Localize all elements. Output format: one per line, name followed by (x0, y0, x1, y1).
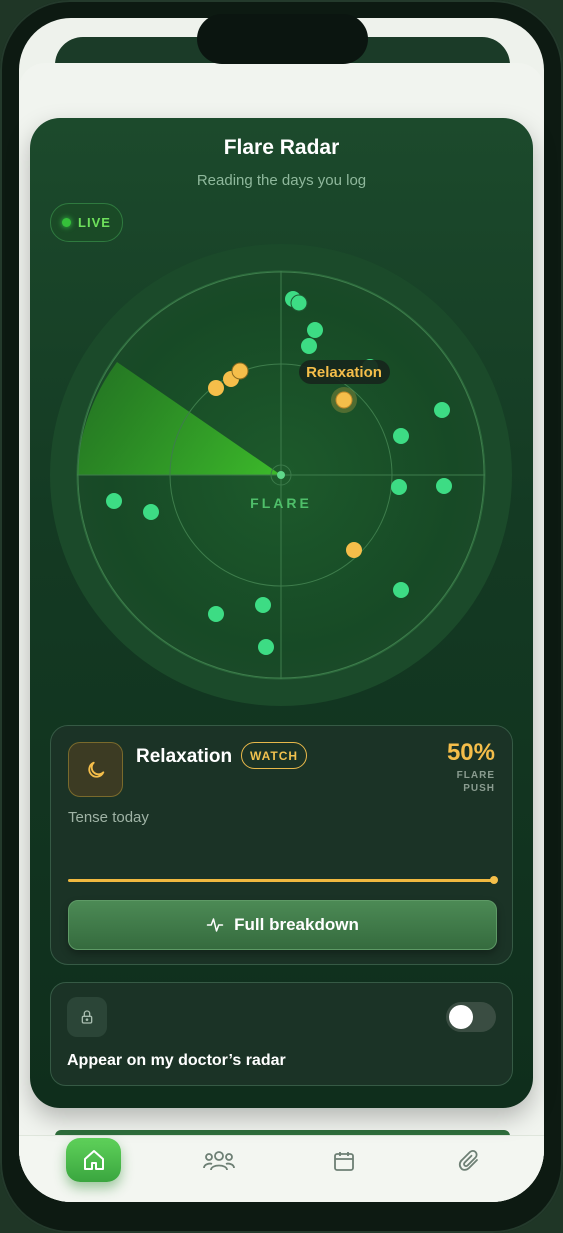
tab-attachments[interactable] (441, 1138, 497, 1184)
blip-safe[interactable] (434, 402, 450, 418)
flare-push-progress-bar (68, 879, 494, 882)
flare-push-percent: 50% (446, 739, 495, 766)
tab-calendar[interactable] (316, 1138, 372, 1184)
blip-safe[interactable] (255, 597, 271, 613)
blip-safe[interactable] (208, 606, 224, 622)
toggle-knob (449, 1005, 473, 1029)
page-title: Flare Radar (223, 136, 340, 159)
lock-icon (81, 1010, 93, 1024)
blip-watch[interactable] (231, 362, 249, 380)
tab-home[interactable] (66, 1138, 121, 1182)
blip-safe[interactable] (391, 479, 407, 495)
radar-center-label: FLARE (250, 495, 312, 511)
blip-safe[interactable] (393, 428, 409, 444)
full-breakdown-label: Full breakdown (234, 915, 359, 934)
lock-icon-box (67, 997, 107, 1037)
factor-name: Relaxation (136, 746, 233, 767)
moon-icon (87, 761, 104, 778)
live-label: LIVE (78, 215, 111, 230)
blip-safe[interactable] (258, 639, 274, 655)
blip-safe[interactable] (290, 294, 308, 312)
radar[interactable]: FLARE Relaxation (50, 243, 513, 706)
people-icon (203, 1151, 235, 1171)
factor-icon-box (68, 742, 123, 797)
flare-push-caption-line2: PUSH (463, 783, 495, 794)
full-breakdown-button[interactable]: Full breakdown (68, 900, 497, 950)
blip-safe[interactable] (393, 582, 409, 598)
blip-safe[interactable] (106, 493, 122, 509)
pulse-icon (206, 918, 224, 932)
blip-selected[interactable] (335, 391, 353, 409)
doctor-radar-toggle[interactable] (446, 1002, 496, 1032)
blip-safe[interactable] (436, 478, 452, 494)
blip-safe[interactable] (143, 504, 159, 520)
flare-push-progress-knob (490, 876, 498, 884)
blip-watch[interactable] (346, 542, 362, 558)
radar-tooltip-label: Relaxation (306, 364, 382, 381)
flare-radar-panel: Flare Radar Reading the days you log LIV… (30, 118, 533, 1108)
calendar-icon (334, 1152, 354, 1171)
live-badge: LIVE (50, 203, 123, 242)
blip-safe[interactable] (301, 338, 317, 354)
blip-safe[interactable] (307, 322, 323, 338)
flare-push-caption-line1: FLARE (456, 770, 495, 781)
paperclip-icon (458, 1149, 478, 1171)
blip-watch[interactable] (208, 380, 224, 396)
factor-card: Relaxation WATCH 50% FLARE PUSH Tense to… (50, 725, 513, 965)
home-icon (83, 1150, 104, 1170)
tab-people[interactable] (191, 1138, 247, 1184)
doctor-radar-card: Appear on my doctor’s radar (50, 982, 513, 1086)
factor-status: Tense today (68, 809, 149, 826)
live-indicator-icon (62, 218, 72, 227)
radar-center-dot (277, 471, 285, 479)
doctor-radar-label: Appear on my doctor’s radar (67, 1052, 286, 1069)
flare-push-caption: FLARE PUSH (435, 769, 495, 795)
camera-notch (197, 14, 368, 64)
watch-badge: WATCH (241, 742, 307, 769)
page-subtitle: Reading the days you log (196, 172, 367, 189)
